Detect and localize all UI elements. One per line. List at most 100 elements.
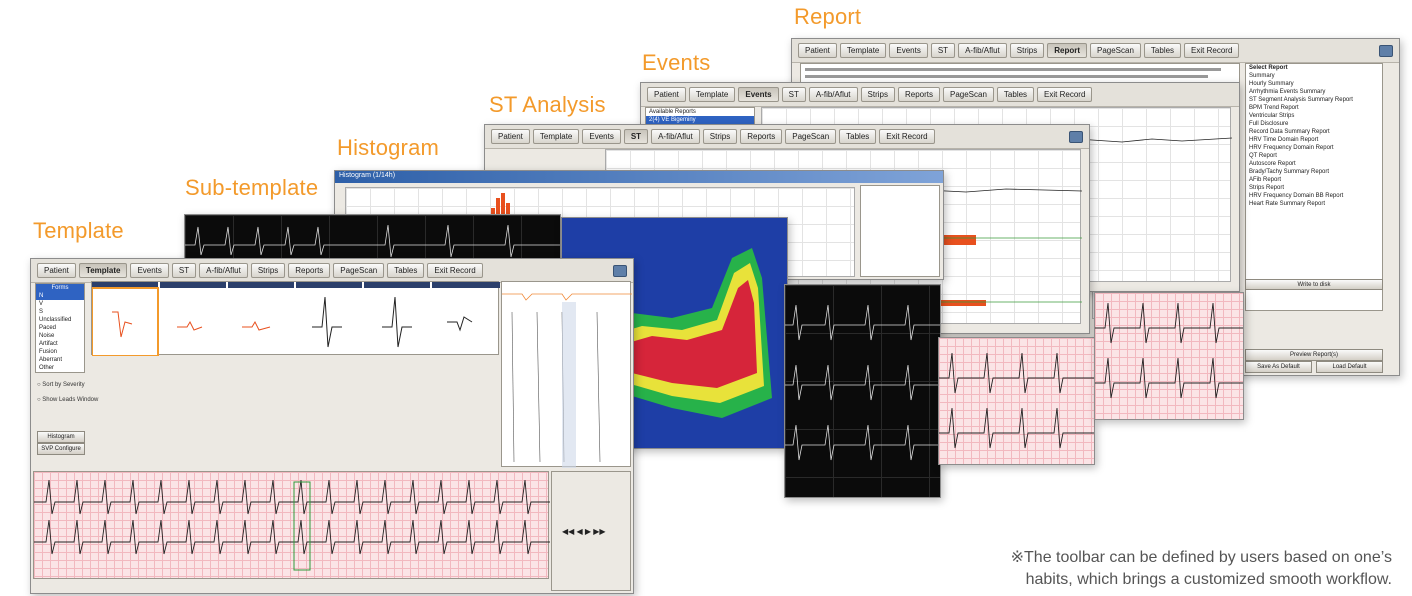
report-list-item[interactable]: HRV Frequency Domain BB Report	[1246, 192, 1382, 200]
tab-st[interactable]: ST	[623, 129, 649, 144]
settings-icon[interactable]	[613, 264, 627, 277]
template-beats	[91, 282, 500, 357]
tab-template[interactable]: Template	[78, 263, 128, 278]
report-select-list[interactable]: Select Report Summary Hourly Summary Arrhy…	[1245, 63, 1383, 311]
report-list-item[interactable]: ST Segment Analysis Summary Report	[1246, 96, 1382, 104]
tab-patient[interactable]: Patient	[37, 263, 76, 278]
histogram-side-list[interactable]	[860, 185, 940, 277]
forms-list-item[interactable]: Other	[36, 364, 84, 372]
report-list-item[interactable]: Autoscore Report	[1246, 160, 1382, 168]
tab-patient[interactable]: Patient	[491, 129, 530, 144]
tab-reports[interactable]: Reports	[288, 263, 331, 278]
superimpose-button[interactable]: SVP Configure	[37, 443, 85, 455]
tab-events[interactable]: Events	[889, 43, 928, 58]
report-list-item[interactable]: Full Disclosure	[1246, 120, 1382, 128]
report-list-item[interactable]: Summary	[1246, 72, 1382, 80]
subtemplate-ecg	[185, 224, 560, 258]
settings-icon[interactable]	[1069, 130, 1083, 143]
tab-tables[interactable]: Tables	[387, 263, 425, 278]
forms-list[interactable]: Forms N V S Unclassified Paced Noise Artifact F…	[35, 283, 85, 373]
tab-arrhythmia[interactable]: A-fib/Aflut	[808, 87, 858, 102]
forms-list-item[interactable]: Unclassified	[36, 316, 84, 324]
template-toolbar: Patient Template Events ST A-fib/Aflut S…	[31, 259, 633, 283]
tab-strips[interactable]: Strips	[860, 87, 895, 102]
template-ecg-trace	[34, 479, 550, 571]
tab-events[interactable]: Events	[738, 87, 779, 102]
tab-template[interactable]: Template	[688, 87, 736, 102]
report-list-item[interactable]: Strips Report	[1246, 184, 1382, 192]
tab-arrhythmia[interactable]: A-fib/Aflut	[651, 129, 700, 144]
tab-pagescan[interactable]: PageScan	[943, 87, 994, 102]
tab-events[interactable]: Events	[130, 263, 169, 278]
report-list-item[interactable]: Brady/Tachy Summary Report	[1246, 168, 1382, 176]
forms-list-item[interactable]: N	[36, 292, 84, 300]
footnote-line2: habits, which brings a customized smooth…	[1025, 571, 1392, 588]
report-list-item[interactable]: Heart Rate Summary Report	[1246, 200, 1382, 208]
events-list-item[interactable]: 2(4) VE Bigeminy	[646, 116, 754, 124]
play-controls[interactable]: ◀◀ ◀ ▶ ▶▶	[562, 527, 606, 536]
tab-reports[interactable]: Reports	[897, 87, 940, 102]
tab-pagescan[interactable]: PageScan	[333, 263, 385, 278]
footnote: ※The toolbar can be defined by users bas…	[872, 547, 1392, 591]
tab-strips[interactable]: Strips	[1009, 43, 1045, 58]
report-items: Summary Hourly Summary Arrhythmia Events S…	[1246, 72, 1382, 208]
forms-items: N V S Unclassified Paced Noise Artifact Fusion A…	[36, 292, 84, 372]
tab-exit-record[interactable]: Exit Record	[1184, 43, 1240, 58]
show-option[interactable]: ○ Show Leads Window	[37, 397, 98, 403]
radio-icon[interactable]: ○	[37, 397, 41, 403]
report-list-item[interactable]: BPM Trend Report	[1246, 104, 1382, 112]
histogram-button[interactable]: Histogram	[37, 431, 85, 443]
show-option-label: Show Leads Window	[42, 397, 99, 403]
forms-list-item[interactable]: Noise	[36, 332, 84, 340]
sort-option[interactable]: ○ Sort by Severity	[37, 382, 85, 388]
load-default-button[interactable]: Load Default	[1316, 361, 1383, 373]
report-list-item[interactable]: Arrhythmia Events Summary	[1246, 88, 1382, 96]
report-list-item[interactable]: HRV Time Domain Report	[1246, 136, 1382, 144]
tab-arrhythmia[interactable]: A-fib/Aflut	[958, 43, 1007, 58]
tab-pagescan[interactable]: PageScan	[785, 129, 837, 144]
preview-report-button[interactable]: Preview Report(s)	[1245, 349, 1383, 361]
tab-exit-record[interactable]: Exit Record	[879, 129, 935, 144]
tab-reports[interactable]: Reports	[740, 129, 783, 144]
report-list-item[interactable]: Ventricular Strips	[1246, 112, 1382, 120]
tab-st[interactable]: ST	[171, 263, 197, 278]
st-toolbar: Patient Template Events ST A-fib/Aflut S…	[485, 125, 1089, 149]
tab-arrhythmia[interactable]: A-fib/Aflut	[199, 263, 248, 278]
tab-patient[interactable]: Patient	[798, 43, 837, 58]
tab-template[interactable]: Template	[532, 129, 580, 144]
tab-exit-record[interactable]: Exit Record	[1037, 87, 1093, 102]
superimpose-traces	[502, 293, 632, 468]
tab-pagescan[interactable]: PageScan	[1090, 43, 1141, 58]
tab-st[interactable]: ST	[930, 43, 956, 58]
tab-exit-record[interactable]: Exit Record	[427, 263, 483, 278]
report-list-item[interactable]: HRV Frequency Domain Report	[1246, 144, 1382, 152]
settings-icon[interactable]	[1379, 44, 1393, 57]
strips-window	[784, 284, 941, 498]
report-list-item[interactable]: AFib Report	[1246, 176, 1382, 184]
tab-strips[interactable]: Strips	[250, 263, 286, 278]
template-ecg-strip	[33, 471, 550, 579]
report-list-item[interactable]: QT Report	[1246, 152, 1382, 160]
write-button[interactable]: Write to disk	[1245, 279, 1383, 290]
report-toolbar: Patient Template Events ST A-fib/Aflut S…	[792, 39, 1399, 63]
tab-tables[interactable]: Tables	[839, 129, 877, 144]
report-list-item[interactable]: Hourly Summary	[1246, 80, 1382, 88]
tab-st[interactable]: ST	[781, 87, 806, 102]
tab-patient[interactable]: Patient	[647, 87, 686, 102]
tab-strips[interactable]: Strips	[702, 129, 738, 144]
forms-list-item[interactable]: Paced	[36, 324, 84, 332]
forms-list-item[interactable]: Aberrant	[36, 356, 84, 364]
tab-tables[interactable]: Tables	[1143, 43, 1182, 58]
report-list-item[interactable]: Record Data Summary Report	[1246, 128, 1382, 136]
tab-template[interactable]: Template	[839, 43, 887, 58]
tab-report[interactable]: Report	[1047, 43, 1087, 58]
forms-list-item[interactable]: S	[36, 308, 84, 316]
tab-tables[interactable]: Tables	[996, 87, 1035, 102]
caption-st-analysis: ST Analysis	[489, 92, 606, 117]
forms-list-item[interactable]: V	[36, 300, 84, 308]
save-default-button[interactable]: Save As Default	[1245, 361, 1312, 373]
tab-events[interactable]: Events	[582, 129, 621, 144]
radio-icon[interactable]: ○	[37, 382, 41, 388]
forms-list-item[interactable]: Artifact	[36, 340, 84, 348]
forms-list-item[interactable]: Fusion	[36, 348, 84, 356]
